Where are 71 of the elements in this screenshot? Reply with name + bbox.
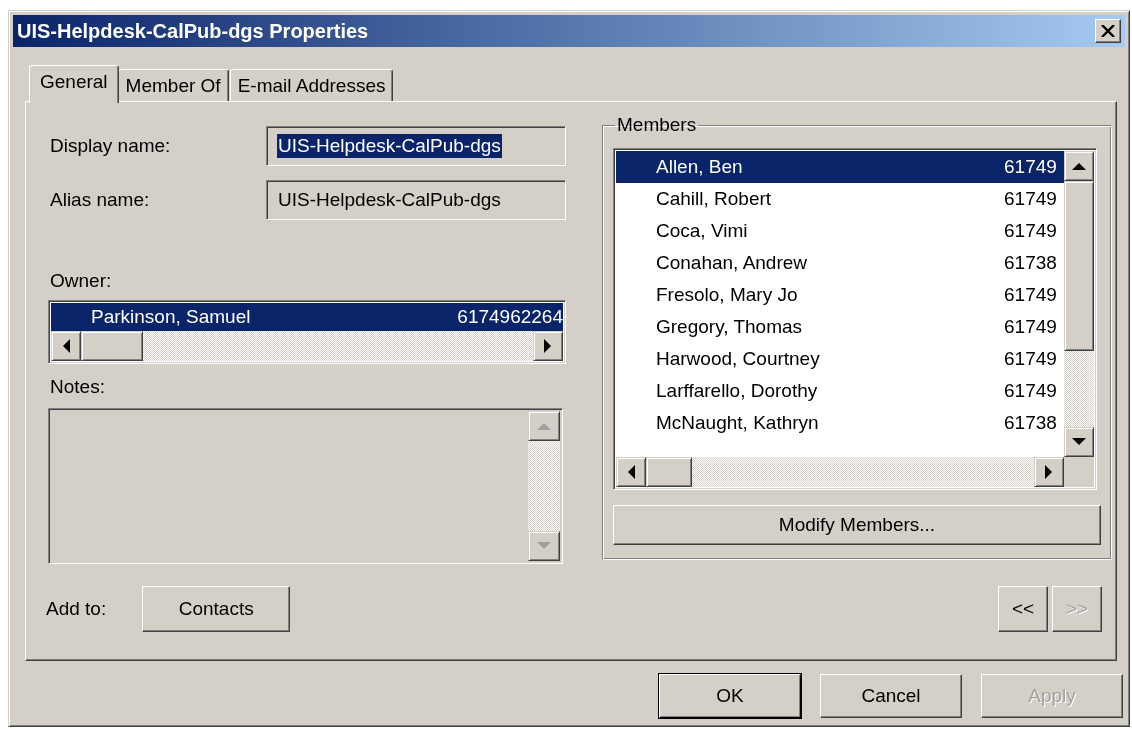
member-number: 61738 [1004,252,1058,274]
field-value: UIS-Helpdesk-CalPub-dgs [277,188,502,212]
member-name: Gregory, Thomas [656,316,804,338]
close-button[interactable] [1095,19,1121,43]
member-number: 61738 [1004,412,1058,434]
up-arrow-icon [537,422,551,430]
list-row[interactable]: Cahill, Robert 61749 [616,183,1064,215]
close-icon [1101,25,1115,37]
field-label: Alias name: [49,189,150,211]
dialog-button[interactable]: Cancel [820,674,962,718]
dialog-button[interactable]: OK [659,674,801,718]
owner-number: 6174962264 [457,306,563,328]
member-name: Coca, Vimi [656,220,749,242]
member-number: 61749 [1004,284,1058,306]
text-field[interactable]: UIS-Helpdesk-CalPub-dgs [266,180,566,220]
member-name: Larffarello, Dorothy [656,380,819,402]
list-row[interactable]: Coca, Vimi 61749 [616,215,1064,247]
left-arrow-icon [627,465,635,479]
list-row[interactable]: Allen, Ben 61749 [616,151,1064,183]
field-value: UIS-Helpdesk-CalPub-dgs [277,134,502,158]
left-arrow-icon [62,339,70,353]
right-arrow-icon [544,339,552,353]
list-row[interactable]: Parkinson, Samuel 6174962264 [51,303,563,331]
member-number: 61749 [1004,348,1058,370]
field-label: Notes: [49,376,106,398]
scrollbar-thumb[interactable] [1064,181,1094,351]
list-row[interactable]: McNaught, Kathryn 61738 [616,407,1064,439]
member-name: McNaught, Kathryn [656,412,820,434]
scrollbar-thumb[interactable] [646,457,692,487]
owner-name: Parkinson, Samuel [91,306,251,328]
window-title: UIS-Helpdesk-CalPub-dgs Properties [17,19,369,43]
list-row[interactable]: Fresolo, Mary Jo 61749 [616,279,1064,311]
scroll-up-button[interactable] [1064,151,1094,181]
up-arrow-icon [1072,162,1086,170]
member-number: 61749 [1004,188,1058,210]
tab[interactable]: General [29,65,119,103]
scrollbar-thumb[interactable] [81,331,143,361]
scroll-down-button[interactable] [1064,427,1094,457]
right-arrow-icon [1045,465,1053,479]
scroll-left-button[interactable] [51,331,81,361]
owner-list[interactable]: Parkinson, Samuel 6174962264 [48,300,566,364]
scroll-right-button[interactable] [1034,457,1064,487]
list-row[interactable]: Larffarello, Dorothy 61749 [616,375,1064,407]
members-list[interactable]: Allen, Ben 61749 Cahill, Robert 61749 Coca, Vimi 61749 Conahan, Andrew 61738 Fresolo, Mary Jo 61749 Gregory, Thomas 61749 Harwood, Courtney 61749 Larffarello, Dorothy 61749 McNaught, Kathryn 61738 [613,148,1097,490]
member-name: Harwood, Courtney [656,348,821,370]
member-number: 61749 [1004,316,1058,338]
member-name: Conahan, Andrew [656,252,809,274]
down-arrow-icon [537,542,551,550]
field-label: Display name: [49,135,171,157]
member-number: 61749 [1004,156,1058,178]
member-name: Fresolo, Mary Jo [656,284,799,306]
group-label: Members [616,114,698,136]
member-name: Cahill, Robert [656,188,773,210]
scroll-right-button[interactable] [533,331,563,361]
list-row[interactable]: Harwood, Courtney 61749 [616,343,1064,375]
scrollbar-corner [1064,457,1094,487]
contacts-button[interactable]: Contacts [142,586,291,632]
member-name: Allen, Ben [656,156,744,178]
field-label: Owner: [49,270,113,292]
member-number: 61749 [1004,220,1058,242]
list-row[interactable]: Gregory, Thomas 61749 [616,311,1064,343]
tab[interactable]: E-mail Addresses [229,69,394,101]
nav-button[interactable]: << [998,586,1048,632]
add-to-label: Add to: [45,598,107,620]
list-row[interactable]: Conahan, Andrew 61738 [616,247,1064,279]
modify-members-button[interactable]: Modify Members... [613,505,1101,545]
tab[interactable]: Member Of [117,69,229,101]
member-number: 61749 [1004,380,1058,402]
text-field[interactable]: UIS-Helpdesk-CalPub-dgs [266,126,566,166]
scroll-left-button[interactable] [616,457,646,487]
down-arrow-icon [1072,438,1086,446]
